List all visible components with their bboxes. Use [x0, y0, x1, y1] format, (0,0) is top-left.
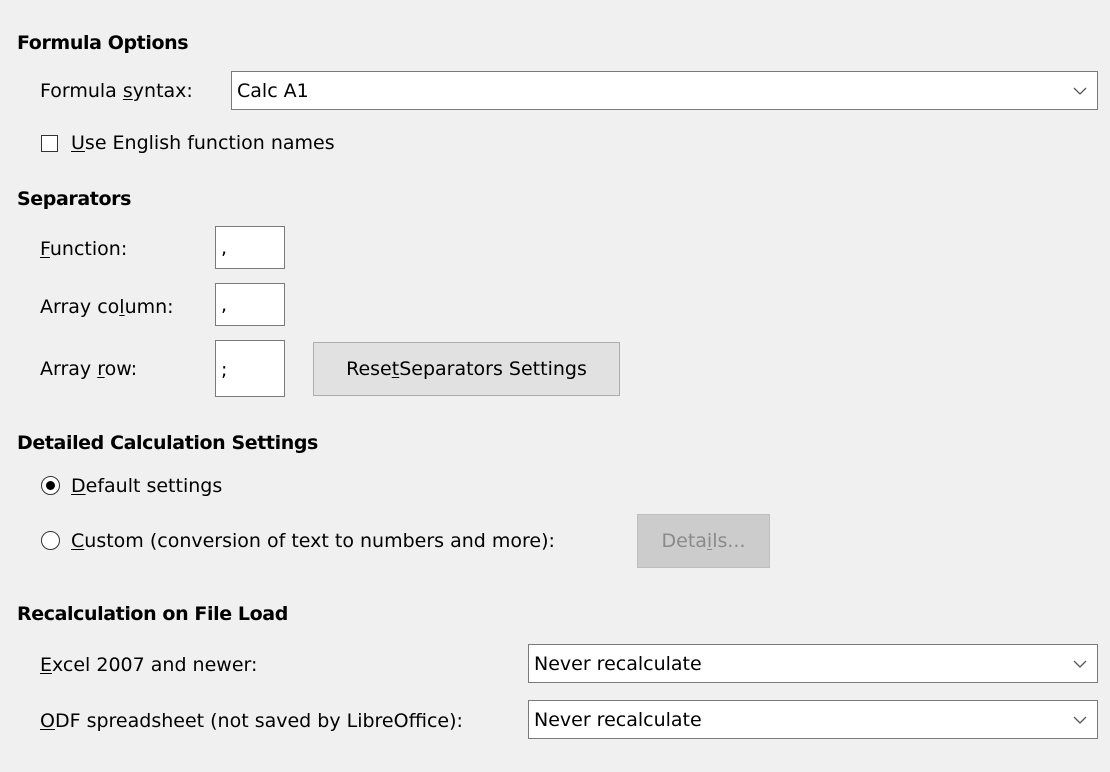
- separators-heading: Separators: [17, 188, 131, 210]
- excel-recalc-select[interactable]: Never recalculate: [528, 644, 1098, 683]
- excel-recalc-label: Excel 2007 and newer:: [40, 654, 257, 676]
- function-separator-key: F: [40, 238, 50, 260]
- excel-recalc-post: xcel 2007 and newer:: [52, 654, 258, 676]
- english-function-names-label[interactable]: Use English function names: [71, 132, 335, 154]
- formula-syntax-label-key: s: [122, 80, 133, 102]
- reset-separators-button[interactable]: Rese t Separators Settings: [313, 342, 620, 396]
- odf-recalc-label: ODF spreadsheet (not saved by LibreOffic…: [40, 710, 463, 732]
- function-separator-value: ,: [221, 237, 228, 259]
- chevron-down-icon[interactable]: [1063, 72, 1097, 109]
- formula-options-heading: Formula Options: [17, 32, 189, 54]
- reset-separators-pre: Rese: [346, 358, 392, 380]
- array-column-post: umn:: [124, 296, 174, 318]
- odf-recalc-value: Never recalculate: [534, 709, 702, 731]
- formula-syntax-select[interactable]: Calc A1: [231, 71, 1098, 110]
- array-row-key: r: [97, 358, 105, 380]
- array-column-separator-label: Array column:: [40, 296, 174, 318]
- default-settings-post: efault settings: [85, 475, 223, 497]
- formula-syntax-label-pre: Formula: [40, 80, 123, 102]
- function-separator-input[interactable]: ,: [215, 226, 285, 269]
- custom-settings-radio[interactable]: [41, 531, 60, 550]
- odf-recalc-key: O: [40, 710, 55, 732]
- formula-syntax-label-post: yntax:: [132, 80, 193, 102]
- custom-settings-post: ustom (conversion of text to numbers and…: [84, 530, 555, 552]
- reset-separators-key: t: [391, 358, 400, 380]
- chevron-down-icon[interactable]: [1063, 701, 1097, 738]
- function-separator-label: Function:: [40, 238, 127, 260]
- formula-syntax-value: Calc A1: [237, 80, 309, 102]
- radio-selected-dot: [46, 481, 55, 490]
- custom-settings-key: C: [71, 530, 85, 552]
- array-row-separator-label: Array row:: [40, 358, 137, 380]
- function-separator-post: unction:: [49, 238, 128, 260]
- formula-syntax-label: Formula syntax:: [40, 80, 193, 102]
- array-row-post: ow:: [104, 358, 138, 380]
- excel-recalc-key: E: [40, 654, 53, 676]
- reset-separators-post: Separators Settings: [399, 358, 587, 380]
- array-column-separator-value: ,: [221, 294, 228, 316]
- recalculation-heading: Recalculation on File Load: [17, 603, 288, 625]
- default-settings-radio[interactable]: [41, 476, 60, 495]
- english-function-names-key: U: [71, 132, 85, 154]
- english-function-names-post: se English function names: [84, 132, 335, 154]
- odf-recalc-post: DF spreadsheet (not saved by LibreOffice…: [54, 710, 463, 732]
- odf-recalc-select[interactable]: Never recalculate: [528, 700, 1098, 739]
- english-function-names-checkbox[interactable]: [41, 135, 58, 152]
- excel-recalc-value: Never recalculate: [534, 653, 702, 675]
- chevron-down-icon[interactable]: [1063, 645, 1097, 682]
- default-settings-key: D: [71, 475, 86, 497]
- custom-settings-label[interactable]: Custom (conversion of text to numbers an…: [71, 530, 555, 552]
- array-column-pre: Array co: [40, 296, 120, 318]
- details-button[interactable]: Deta i ls...: [637, 514, 770, 568]
- array-column-separator-input[interactable]: ,: [215, 283, 285, 326]
- array-row-separator-input[interactable]: ;: [215, 340, 285, 397]
- details-pre: Deta: [661, 530, 707, 552]
- detailed-calculation-heading: Detailed Calculation Settings: [17, 432, 318, 454]
- array-row-pre: Array: [40, 358, 98, 380]
- default-settings-label[interactable]: Default settings: [71, 475, 222, 497]
- details-post: ls...: [712, 530, 746, 552]
- array-row-separator-value: ;: [221, 359, 228, 381]
